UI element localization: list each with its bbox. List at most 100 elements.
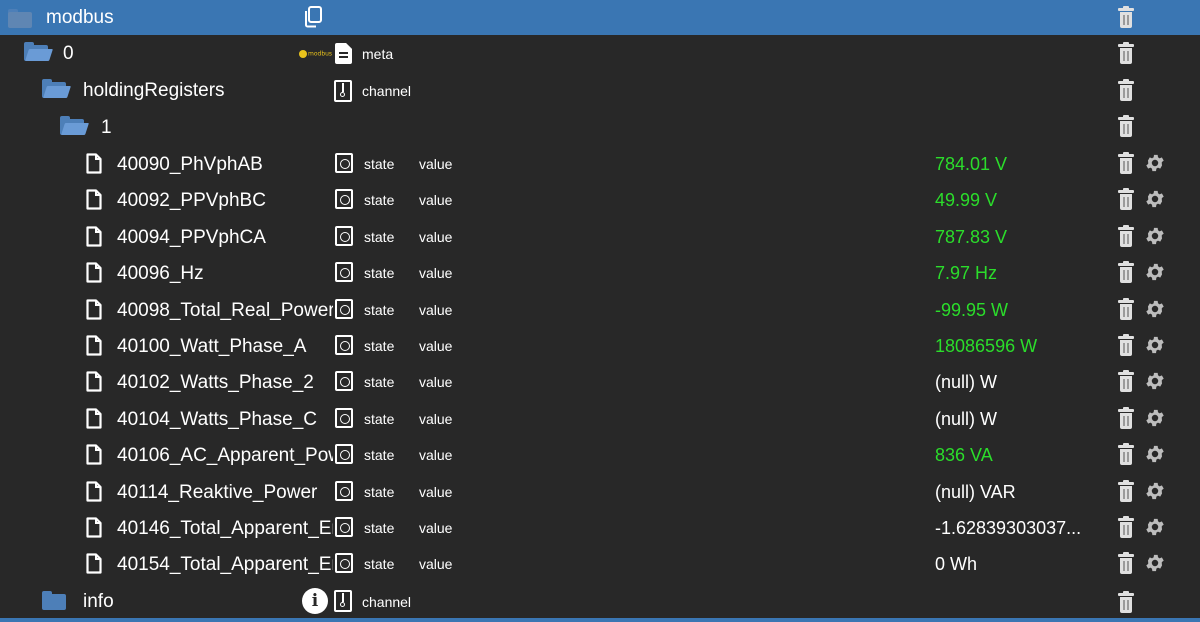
state-role-label: value xyxy=(419,229,453,245)
tree-label-info: info xyxy=(83,592,114,611)
delete-icon[interactable] xyxy=(1118,591,1134,613)
state-type-label: state xyxy=(364,374,395,390)
delete-icon[interactable] xyxy=(1118,6,1134,28)
tree-row-state[interactable]: 40146_Total_Apparent_Ene state value -1.628… xyxy=(0,509,1200,545)
delete-icon[interactable] xyxy=(1118,79,1134,101)
state-role-label: value xyxy=(419,338,453,354)
gear-icon[interactable] xyxy=(1144,516,1166,538)
object-tree: modbus 0 modbus meta holdingRegisters ch… xyxy=(0,0,1200,622)
state-name: 40104_Watts_Phase_C xyxy=(117,410,317,429)
state-name: 40114_Reaktive_Power xyxy=(117,483,318,502)
file-icon xyxy=(86,335,102,361)
state-value[interactable]: -99.95 W xyxy=(935,301,1008,319)
state-type-icon xyxy=(335,553,353,573)
delete-icon[interactable] xyxy=(1118,552,1134,574)
state-value[interactable]: (null) VAR xyxy=(935,483,1016,501)
gear-icon[interactable] xyxy=(1144,188,1166,210)
state-type-label: state xyxy=(364,556,395,572)
delete-icon[interactable] xyxy=(1118,261,1134,283)
state-value[interactable]: 18086596 W xyxy=(935,337,1037,355)
state-type-icon xyxy=(335,408,353,428)
tree-row-instance[interactable]: 0 modbus meta xyxy=(0,35,1200,71)
state-name: 40102_Watts_Phase_2 xyxy=(117,373,314,392)
state-role-label: value xyxy=(419,484,453,500)
gear-icon[interactable] xyxy=(1144,443,1166,465)
gear-icon[interactable] xyxy=(1144,480,1166,502)
gear-icon[interactable] xyxy=(1144,370,1166,392)
tree-row-state[interactable]: 40102_Watts_Phase_2 state value (null) W xyxy=(0,363,1200,399)
tree-row-info[interactable]: info i channel xyxy=(0,582,1200,618)
state-name: 40090_PhVphAB xyxy=(117,155,263,174)
file-icon xyxy=(86,517,102,543)
tree-row-state[interactable]: 40100_Watt_Phase_A state value 18086596 W xyxy=(0,327,1200,363)
info-circle-icon: i xyxy=(302,588,328,614)
delete-icon[interactable] xyxy=(1118,480,1134,502)
file-icon xyxy=(86,408,102,434)
state-type-label: state xyxy=(364,156,395,172)
delete-icon[interactable] xyxy=(1118,42,1134,64)
state-type-icon xyxy=(335,335,353,355)
state-type-icon xyxy=(335,299,353,319)
state-role-label: value xyxy=(419,192,453,208)
gear-icon[interactable] xyxy=(1144,552,1166,574)
state-value[interactable]: (null) W xyxy=(935,410,997,428)
delete-icon[interactable] xyxy=(1118,152,1134,174)
state-value[interactable]: 0 Wh xyxy=(935,555,977,573)
state-role-label: value xyxy=(419,156,453,172)
state-type-label: state xyxy=(364,484,395,500)
state-role-label: value xyxy=(419,411,453,427)
state-type-label: state xyxy=(364,411,395,427)
gear-icon[interactable] xyxy=(1144,261,1166,283)
delete-icon[interactable] xyxy=(1118,225,1134,247)
tree-row-holding-registers[interactable]: holdingRegisters channel xyxy=(0,71,1200,107)
tree-row-state[interactable]: 40154_Total_Apparent_Ene state value 0 Wh xyxy=(0,545,1200,581)
state-name: 40106_AC_Apparent_Powe xyxy=(117,446,333,465)
state-name: 40094_PPVphCA xyxy=(117,228,266,247)
tree-row-state[interactable]: 40104_Watts_Phase_C state value (null) W xyxy=(0,400,1200,436)
file-icon xyxy=(86,262,102,288)
state-value[interactable]: 836 VA xyxy=(935,446,993,464)
tree-row-state[interactable]: 40094_PPVphCA state value 787.83 V xyxy=(0,218,1200,254)
gear-icon[interactable] xyxy=(1144,334,1166,356)
tree-row-state[interactable]: 40092_PPVphBC state value 49.99 V xyxy=(0,181,1200,217)
tree-row-state[interactable]: 40096_Hz state value 7.97 Hz xyxy=(0,254,1200,290)
delete-icon[interactable] xyxy=(1118,188,1134,210)
state-value[interactable]: 7.97 Hz xyxy=(935,264,997,282)
state-value[interactable]: 49.99 V xyxy=(935,191,997,209)
gear-icon[interactable] xyxy=(1144,407,1166,429)
delete-icon[interactable] xyxy=(1118,516,1134,538)
gear-icon[interactable] xyxy=(1144,152,1166,174)
state-name: 40096_Hz xyxy=(117,264,204,283)
state-role-label: value xyxy=(419,302,453,318)
document-icon xyxy=(335,43,352,64)
file-icon xyxy=(86,153,102,179)
delete-icon[interactable] xyxy=(1118,115,1134,137)
delete-icon[interactable] xyxy=(1118,298,1134,320)
delete-icon[interactable] xyxy=(1118,443,1134,465)
tree-row-state[interactable]: 40114_Reaktive_Power state value (null) VAR xyxy=(0,473,1200,509)
tree-row-state[interactable]: 40106_AC_Apparent_Powe state value 836 VA xyxy=(0,436,1200,472)
delete-icon[interactable] xyxy=(1118,407,1134,429)
type-label: channel xyxy=(362,83,412,99)
channel-icon xyxy=(334,80,352,102)
state-value[interactable]: 784.01 V xyxy=(935,155,1007,173)
tree-row-modbus[interactable]: modbus xyxy=(0,0,1200,35)
state-type-icon xyxy=(335,517,353,537)
state-role-label: value xyxy=(419,374,453,390)
bottom-bar xyxy=(0,618,1200,622)
delete-icon[interactable] xyxy=(1118,334,1134,356)
tree-row-group[interactable]: 1 xyxy=(0,108,1200,144)
state-value[interactable]: -1.62839303037... xyxy=(935,519,1081,537)
state-value[interactable]: 787.83 V xyxy=(935,228,1007,246)
gear-icon[interactable] xyxy=(1144,298,1166,320)
gear-icon[interactable] xyxy=(1144,225,1166,247)
state-type-label: state xyxy=(364,265,395,281)
copy-icon[interactable] xyxy=(303,6,323,28)
tree-row-state[interactable]: 40090_PhVphAB state value 784.01 V xyxy=(0,145,1200,181)
delete-icon[interactable] xyxy=(1118,370,1134,392)
state-value[interactable]: (null) W xyxy=(935,373,997,391)
state-role-label: value xyxy=(419,447,453,463)
state-role-label: value xyxy=(419,556,453,572)
tree-row-state[interactable]: 40098_Total_Real_Power state value -99.95 W xyxy=(0,291,1200,327)
channel-icon xyxy=(334,590,352,612)
